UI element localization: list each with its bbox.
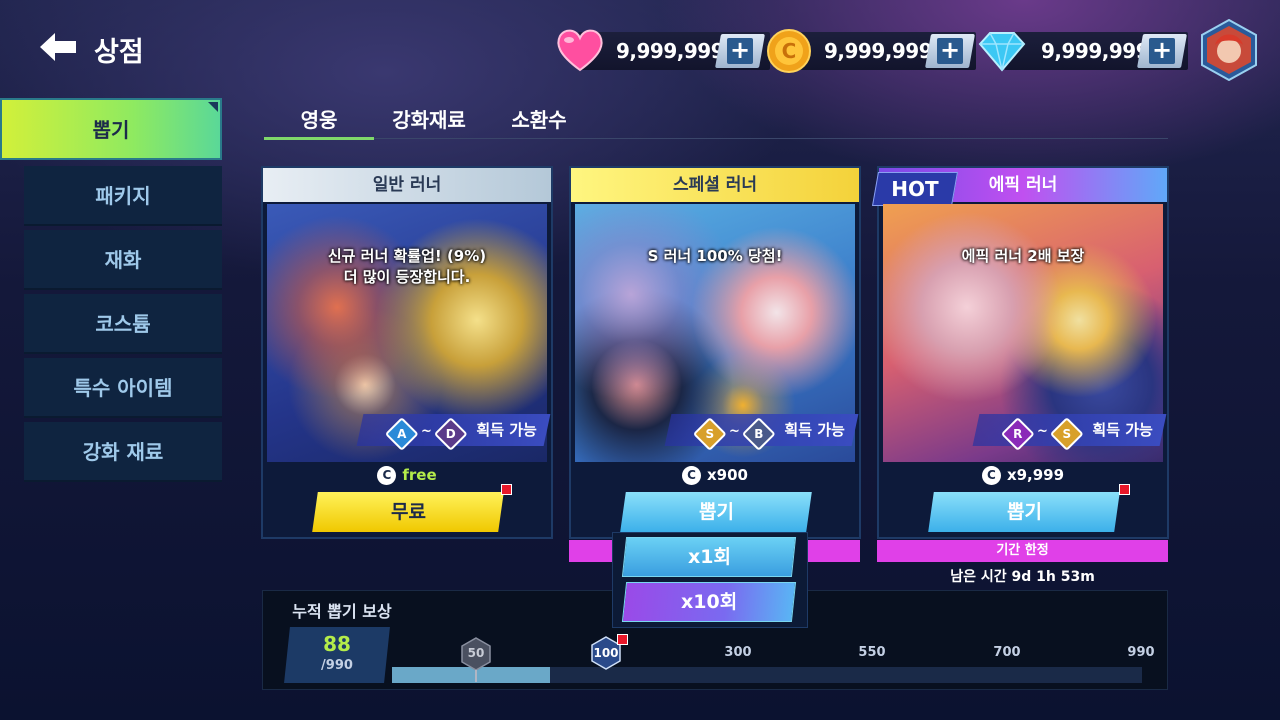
card-message: 신규 러너 확률업! (9%) xyxy=(327,247,487,265)
plus-icon: + xyxy=(727,36,753,64)
cost-value: x9,999 xyxy=(1006,466,1065,484)
reward-title: 누적 뽑기 보상 xyxy=(292,602,392,621)
heart-icon xyxy=(557,29,603,72)
grade-s-icon: S xyxy=(692,417,727,451)
tab-hero[interactable]: 영웅 xyxy=(264,104,374,140)
coins-counter: C 9,999,999 + xyxy=(767,29,976,73)
hearts-counter: 9,999,999 + xyxy=(557,29,770,72)
free-draw-button[interactable]: 무료 xyxy=(312,492,504,532)
normal-runner-card: 일반 러너 신규 러너 확률업! (9%) 더 많이 등장합니다. A ~ D 획… xyxy=(261,166,553,539)
reward-current: 88 xyxy=(323,632,351,656)
milestone-700-label: 700 xyxy=(993,645,1021,660)
add-hearts-button[interactable]: + xyxy=(715,34,765,68)
plus-icon: + xyxy=(1149,36,1175,64)
grade-s-icon: S xyxy=(1050,417,1085,451)
svg-text:C: C xyxy=(782,39,797,63)
add-gems-button[interactable]: + xyxy=(1137,34,1187,68)
milestone-300-label: 300 xyxy=(724,645,752,660)
milestone-990-label: 990 xyxy=(1127,645,1155,660)
back-arrow-icon[interactable] xyxy=(38,30,78,64)
reward-total: /990 xyxy=(321,658,353,673)
milestone-50-marker xyxy=(475,670,477,682)
tab-upgrade-material[interactable]: 강화재료 xyxy=(374,104,484,140)
limited-time-label: 기간 한정 xyxy=(877,540,1168,562)
add-coins-button[interactable]: + xyxy=(925,34,975,68)
limited-strip xyxy=(806,540,860,562)
hot-badge: HOT xyxy=(872,172,958,206)
gems-value: 9,999,999 xyxy=(1041,39,1150,63)
gems-counter: 9,999,999 + xyxy=(978,32,1188,72)
epic-runner-card: 에픽 러너 HOT 에픽 러너 2배 보장 R ~ S 획득 가능 Cx9,99… xyxy=(872,166,1169,539)
obtain-label: 획득 가능 xyxy=(1092,421,1153,439)
sidebar-item-upgrade-material[interactable]: 강화 재료 xyxy=(24,422,222,482)
grade-d-icon: D xyxy=(434,417,469,451)
milestone-100-label: 100 xyxy=(593,646,619,660)
grade-b-icon: B xyxy=(742,417,777,451)
card-message: 에픽 러너 2배 보장 xyxy=(961,247,1085,265)
milestone-50-label: 50 xyxy=(467,646,485,660)
obtain-label: 획득 가능 xyxy=(784,421,845,439)
coin-icon: C xyxy=(767,29,811,73)
sidebar-item-costume[interactable]: 코스튬 xyxy=(24,294,222,354)
grade-r-icon: R xyxy=(1000,417,1035,451)
obtain-range-badge: S ~ B 획득 가능 xyxy=(664,414,859,451)
card-cost: Cx9,999 xyxy=(879,466,1167,485)
sidebar-item-package[interactable]: 패키지 xyxy=(24,166,222,226)
profile-avatar[interactable] xyxy=(1201,19,1257,81)
draw-button[interactable]: 뽑기 xyxy=(928,492,1120,532)
card-message: S 러너 100% 당첨! xyxy=(647,247,783,265)
coin-icon: C xyxy=(377,466,397,485)
card-message-line2: 더 많이 등장합니다. xyxy=(343,268,471,286)
grade-a-icon: A xyxy=(384,417,419,451)
card-cost: Cfree xyxy=(263,466,551,485)
grade-separator: ~ xyxy=(420,424,432,439)
card-title: 일반 러너 xyxy=(263,168,551,202)
coin-icon: C xyxy=(682,466,701,485)
coin-icon: C xyxy=(981,466,1001,485)
card-cost: Cx900 xyxy=(571,466,859,485)
sidebar-item-special-item[interactable]: 특수 아이템 xyxy=(24,358,222,418)
draw-x10-button[interactable]: x10회 xyxy=(621,582,797,622)
grade-separator: ~ xyxy=(728,424,740,439)
card-title: 스페셜 러너 xyxy=(571,168,859,202)
obtain-range-badge: A ~ D 획득 가능 xyxy=(356,414,551,451)
hearts-value: 9,999,999 xyxy=(616,39,725,63)
diamond-icon xyxy=(978,32,1026,72)
cost-value: free xyxy=(402,466,437,484)
coins-value: 9,999,999 xyxy=(824,39,933,63)
tab-summon[interactable]: 소환수 xyxy=(484,104,594,140)
notification-dot xyxy=(617,634,628,645)
page-title: 상점 xyxy=(94,37,144,68)
obtain-range-badge: R ~ S 획득 가능 xyxy=(972,414,1167,451)
notification-dot xyxy=(501,484,512,495)
remaining-time: 남은 시간 9d 1h 53m xyxy=(950,569,1095,585)
notification-dot xyxy=(1119,484,1130,495)
obtain-label: 획득 가능 xyxy=(476,421,537,439)
draw-x1-button[interactable]: x1회 xyxy=(621,537,797,577)
plus-icon: + xyxy=(937,36,963,64)
grade-separator: ~ xyxy=(1036,424,1048,439)
draw-button[interactable]: 뽑기 xyxy=(620,492,812,532)
sidebar-item-gacha[interactable]: 뽑기 xyxy=(0,98,222,160)
cost-value: x900 xyxy=(707,466,748,484)
sidebar-item-currency[interactable]: 재화 xyxy=(24,230,222,290)
milestone-550-label: 550 xyxy=(858,645,886,660)
special-runner-card: 스페셜 러너 S 러너 100% 당첨! S ~ B 획득 가능 Cx900 뽑… xyxy=(569,166,861,539)
